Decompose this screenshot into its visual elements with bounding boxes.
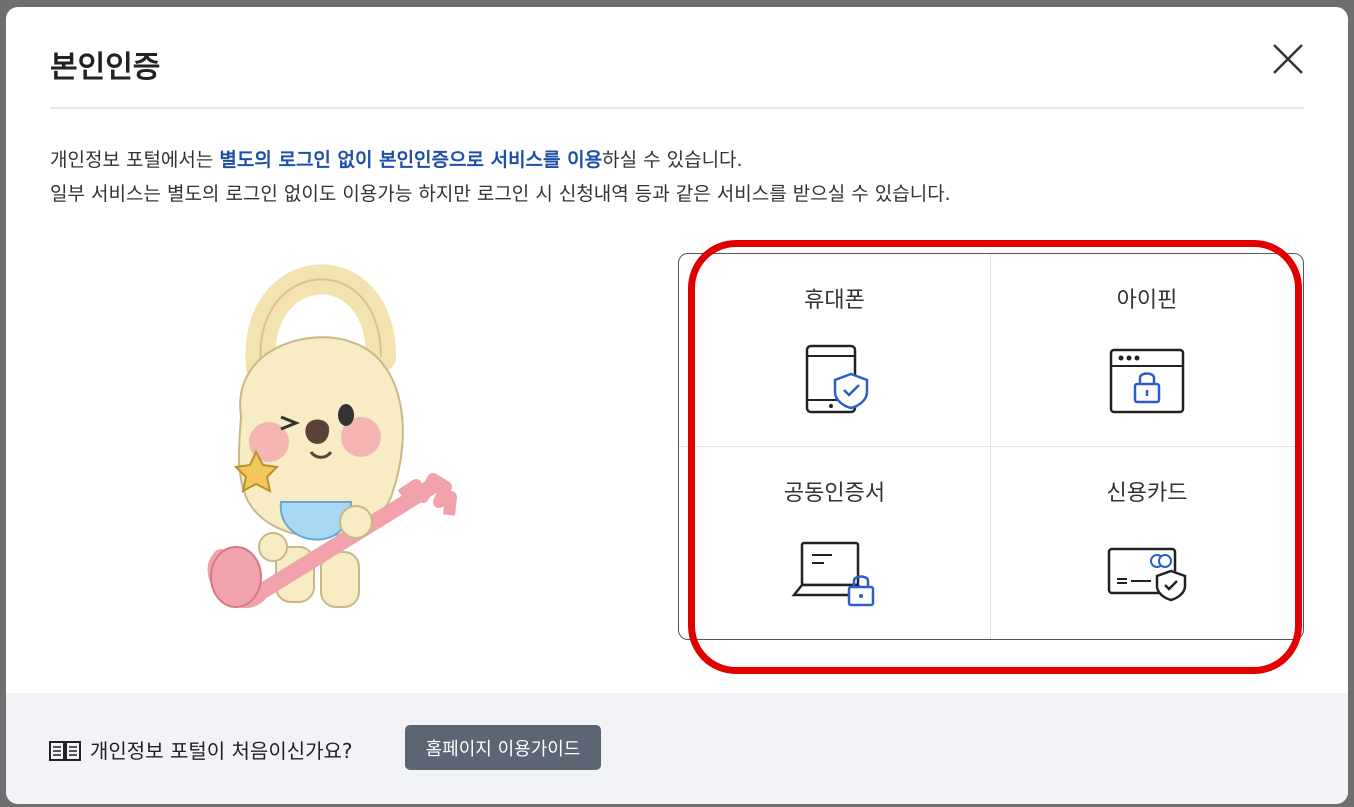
auth-option-label: 신용카드 bbox=[1106, 480, 1188, 506]
auth-option-label: 아이핀 bbox=[1116, 288, 1178, 313]
first-time-question: 개인정보 포털이 처음이신가요? bbox=[90, 739, 353, 763]
modal-footer: 개인정보 포털이 처음이신가요? 홈페이지 이용가이드 bbox=[6, 693, 1348, 804]
auth-option-credit-card[interactable]: 신용카드 bbox=[991, 447, 1303, 640]
auth-option-phone[interactable]: 휴대폰 bbox=[679, 254, 991, 447]
lock-mascot-illustration bbox=[207, 264, 457, 608]
auth-option-ipin[interactable]: 아이핀 bbox=[991, 254, 1303, 447]
modal-title: 본인인증 bbox=[50, 50, 161, 85]
open-book-icon bbox=[49, 741, 81, 761]
close-icon bbox=[1273, 44, 1303, 74]
browser-lock-icon bbox=[1109, 348, 1185, 414]
auth-option-certificate[interactable]: 공동인증서 bbox=[679, 446, 991, 639]
auth-option-label: 공동인증서 bbox=[783, 480, 886, 506]
homepage-guide-button[interactable]: 홈페이지 이용가이드 bbox=[405, 725, 601, 770]
auth-option-label: 휴대폰 bbox=[804, 288, 865, 313]
card-shield-icon bbox=[1107, 547, 1187, 601]
intro-line-1-prefix: 개인정보 포털에서는 bbox=[50, 149, 220, 171]
intro-line-1: 개인정보 포털에서는 별도의 로그인 없이 본인인증으로 서비스를 이용하실 수… bbox=[50, 143, 951, 177]
auth-options-panel: 휴대폰 아이핀 공동인증서 신용카드 bbox=[678, 253, 1304, 640]
intro-line-2: 일부 서비스는 별도의 로그인 없이도 이용가능 하지만 로그인 시 신청내역 … bbox=[50, 183, 951, 205]
intro-text: 개인정보 포털에서는 별도의 로그인 없이 본인인증으로 서비스를 이용하실 수… bbox=[50, 143, 951, 211]
intro-line-1-suffix: 하실 수 있습니다. bbox=[602, 149, 743, 171]
modal-header: 본인인증 bbox=[50, 7, 1304, 109]
intro-highlight: 별도의 로그인 없이 본인인증으로 서비스를 이용 bbox=[219, 149, 603, 171]
auth-modal: 본인인증 개인정보 포털에서는 별도의 로그인 없이 본인인증으로 서비스를 이… bbox=[6, 7, 1348, 804]
phone-shield-icon bbox=[805, 344, 868, 414]
laptop-lock-icon bbox=[790, 541, 874, 606]
close-button[interactable] bbox=[1268, 39, 1308, 79]
